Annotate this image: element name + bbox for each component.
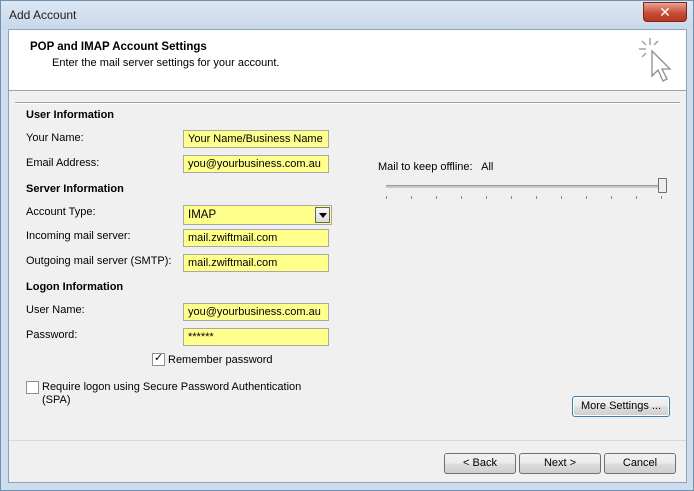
section-logon-information: Logon Information (26, 281, 124, 293)
dropdown-arrow-icon[interactable] (315, 207, 330, 223)
account-type-select[interactable]: IMAP (183, 205, 332, 225)
password-label: Password: (26, 329, 78, 341)
offline-slider-thumb[interactable] (658, 178, 667, 193)
spa-label-line2[interactable]: (SPA) (42, 394, 71, 406)
window-title: Add Account (9, 8, 77, 22)
cancel-button[interactable]: Cancel (604, 453, 676, 474)
slider-tick (386, 196, 387, 199)
mail-offline-label-text: Mail to keep offline: (378, 161, 473, 173)
spa-checkbox[interactable] (26, 381, 39, 394)
slider-tick (511, 196, 512, 199)
mail-offline-value: All (481, 161, 494, 173)
password-input[interactable]: ****** (183, 328, 329, 346)
outgoing-server-label: Outgoing mail server (SMTP): (26, 255, 172, 267)
slider-tick (536, 196, 537, 199)
your-name-input[interactable]: Your Name/Business Name (183, 130, 329, 148)
incoming-server-input[interactable]: mail.zwiftmail.com (183, 229, 329, 247)
account-type-value: IMAP (188, 209, 217, 221)
user-name-label: User Name: (26, 304, 85, 316)
wizard-cursor-icon (639, 38, 672, 82)
email-address-input[interactable]: you@yourbusiness.com.au (183, 155, 329, 173)
page-title: POP and IMAP Account Settings (30, 41, 207, 53)
remember-password-checkbox[interactable]: ✓ (152, 352, 165, 366)
footer-divider (9, 440, 686, 441)
checkmark-icon: ✓ (154, 352, 164, 364)
dialog-client: POP and IMAP Account Settings Enter the … (8, 29, 687, 483)
email-address-label: Email Address: (26, 157, 100, 169)
slider-tick (661, 196, 662, 199)
slider-tick (486, 196, 487, 199)
next-button[interactable]: Next > (519, 453, 601, 474)
slider-tick (636, 196, 637, 199)
account-type-label: Account Type: (26, 206, 96, 218)
section-user-information: User Information (26, 109, 115, 121)
page-subtitle: Enter the mail server settings for your … (52, 57, 280, 69)
slider-tick (561, 196, 562, 199)
more-settings-button[interactable]: More Settings ... (572, 396, 670, 417)
close-button[interactable]: ✕ (643, 2, 687, 22)
add-account-window: Add Account ✕ POP and IMAP Account Setti… (0, 0, 694, 491)
close-icon: ✕ (659, 4, 671, 20)
header-separator (15, 102, 680, 104)
outgoing-server-input[interactable]: mail.zwiftmail.com (183, 254, 329, 272)
user-name-input[interactable]: you@yourbusiness.com.au (183, 303, 329, 321)
title-bar: Add Account ✕ (1, 1, 693, 29)
slider-tick (611, 196, 612, 199)
slider-tick (586, 196, 587, 199)
remember-password-label[interactable]: Remember password (168, 354, 273, 366)
slider-tick (411, 196, 412, 199)
incoming-server-label: Incoming mail server: (26, 230, 131, 242)
slider-tick (436, 196, 437, 199)
dialog-header: POP and IMAP Account Settings Enter the … (9, 30, 686, 91)
offline-slider-track[interactable] (386, 185, 664, 188)
spa-label-line1[interactable]: Require logon using Secure Password Auth… (42, 381, 301, 393)
slider-tick (461, 196, 462, 199)
section-server-information: Server Information (26, 183, 124, 195)
mail-offline-label: Mail to keep offline: All (378, 161, 493, 173)
back-button[interactable]: < Back (444, 453, 516, 474)
your-name-label: Your Name: (26, 132, 84, 144)
